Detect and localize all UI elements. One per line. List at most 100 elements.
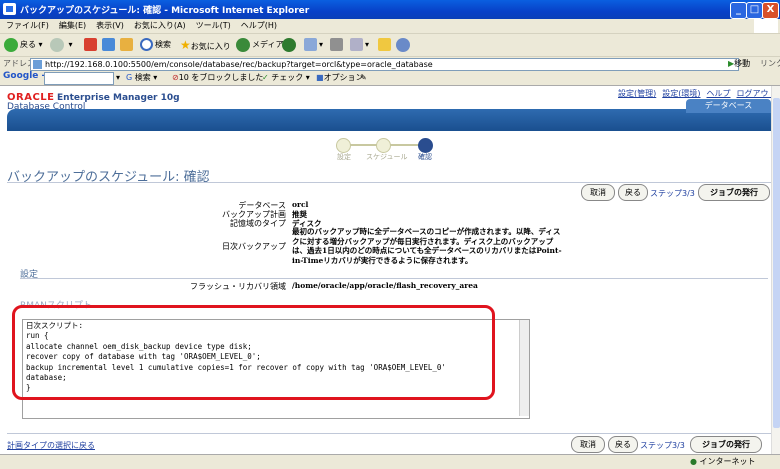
textarea-scrollbar[interactable] xyxy=(519,320,529,416)
train-label-settings: 設定 xyxy=(337,153,351,161)
menu-edit[interactable]: 編集(E) xyxy=(59,19,86,33)
daily-backup-description: 最初のバックアップ時に全データベースのコピーが作成されます。以降、ディス クに対… xyxy=(292,227,562,265)
flash-recovery-value: /home/oracle/app/oracle/flash_recovery_a… xyxy=(292,281,478,290)
script-line: database; xyxy=(26,373,67,383)
window-title-bar: バックアップのスケジュール: 確認 - Microsoft Internet E… xyxy=(0,0,780,19)
back-button-bottom[interactable]: 戻る xyxy=(608,436,638,453)
script-line: run { xyxy=(26,331,49,341)
media-icon xyxy=(236,37,250,52)
forward-arrow-icon xyxy=(50,37,64,52)
tab-database[interactable]: データベース xyxy=(686,99,771,113)
options-icon: ■ xyxy=(316,73,324,82)
address-bar: アドレス(D) http://192.168.0.100:5500/em/con… xyxy=(0,57,780,72)
cancel-button-top[interactable]: 取消 xyxy=(581,184,615,201)
history-icon xyxy=(282,37,296,52)
window-title: バックアップのスケジュール: 確認 - Microsoft Internet E… xyxy=(20,6,310,16)
daily-backup-label: 日次バックアップ xyxy=(222,242,286,251)
star-icon: ★ xyxy=(180,38,191,52)
print-button[interactable] xyxy=(330,37,345,53)
options-button[interactable]: ■オプション xyxy=(316,72,364,84)
popup-blocked-button[interactable]: ⊘10 をブロックしました xyxy=(172,72,263,84)
folder-button[interactable] xyxy=(378,37,393,53)
logout-link[interactable]: ログアウト xyxy=(737,89,772,98)
home-button[interactable] xyxy=(120,37,135,53)
go-button[interactable]: ▶移動 xyxy=(728,58,758,70)
script-line: } xyxy=(26,383,31,393)
setup-env-link[interactable]: 設定(環境) xyxy=(662,89,700,98)
windows-logo-icon xyxy=(754,19,778,33)
settings-divider xyxy=(20,278,768,279)
page-content: ORACLE Enterprise Manager 10g Database C… xyxy=(0,86,771,454)
menu-tools[interactable]: ツール(T) xyxy=(196,19,231,33)
search-button[interactable]: 検索 xyxy=(140,37,171,53)
script-line: recover copy of database with tag 'ORA$O… xyxy=(26,352,261,362)
train-step-confirm xyxy=(418,138,433,153)
setup-admin-link[interactable]: 設定(管理) xyxy=(618,89,656,98)
google-search-button[interactable]: G 検索 ▾ xyxy=(126,72,157,84)
status-bar: ● インターネット xyxy=(0,454,780,469)
pencil-icon[interactable]: ✎ xyxy=(360,72,367,84)
script-line: 日次スクリプト: xyxy=(26,321,84,330)
history-button[interactable] xyxy=(282,37,298,53)
script-line: allocate channel oem_disk_backup device … xyxy=(26,341,252,351)
browser-toolbar: 戻る ▾ ▾ 検索 ★お気に入り メディア ▾ ▾ xyxy=(0,34,780,57)
menu-view[interactable]: 表示(V) xyxy=(96,19,124,33)
help-link[interactable]: ヘルプ xyxy=(707,89,731,98)
messenger-button[interactable] xyxy=(396,37,412,53)
media-button[interactable]: メディア xyxy=(236,37,283,53)
scrollbar-thumb[interactable] xyxy=(773,98,780,428)
page-scrollbar[interactable] xyxy=(771,86,780,454)
folder-icon xyxy=(378,38,391,51)
google-search-dropdown[interactable]: ▾ xyxy=(116,72,120,84)
step-indicator-top: ステップ3/3 xyxy=(650,189,695,198)
google-search-input[interactable] xyxy=(44,72,114,85)
refresh-icon xyxy=(102,38,115,51)
back-button-top[interactable]: 戻る xyxy=(618,184,648,201)
messenger-icon xyxy=(396,37,410,52)
google-logo[interactable]: Google - xyxy=(3,71,45,81)
script-line: backup incremental level 1 cumulative co… xyxy=(26,362,446,372)
cancel-button-bottom[interactable]: 取消 xyxy=(571,436,605,453)
edit-button[interactable]: ▾ xyxy=(350,37,369,53)
menu-bar: ファイル(F) 編集(E) 表示(V) お気に入り(A) ツール(T) ヘルプ(H) xyxy=(0,19,780,34)
maximize-button[interactable]: □ xyxy=(746,2,763,19)
database-value: orcl xyxy=(292,200,309,209)
home-icon xyxy=(120,38,133,51)
refresh-button[interactable] xyxy=(102,37,117,53)
flash-recovery-label: フラッシュ・リカバリ領域 xyxy=(190,282,286,291)
menu-favorites[interactable]: お気に入り(A) xyxy=(134,19,186,33)
edit-icon xyxy=(350,38,363,51)
storage-type-label: 記憶域のタイプ xyxy=(230,219,286,228)
print-icon xyxy=(330,38,343,51)
stop-button[interactable] xyxy=(84,37,99,53)
menu-file[interactable]: ファイル(F) xyxy=(6,19,49,33)
train-label-schedule: スケジュール xyxy=(366,153,408,161)
train-label-confirm: 確認 xyxy=(418,153,432,161)
security-zone: ● インターネット xyxy=(690,457,756,466)
submit-job-button-top[interactable]: ジョブの発行 xyxy=(698,184,770,201)
address-input[interactable]: http://192.168.0.100:5500/em/console/dat… xyxy=(30,58,739,71)
favorites-button[interactable]: ★お気に入り xyxy=(180,37,231,53)
rman-script-header: RMANスクリプト xyxy=(20,301,92,311)
popup-block-icon: ⊘ xyxy=(172,73,179,82)
search-icon xyxy=(140,38,153,51)
submit-job-button-bottom[interactable]: ジョブの発行 xyxy=(690,436,762,453)
train-step-settings xyxy=(336,138,351,153)
ie-icon xyxy=(3,3,16,15)
forward-button[interactable]: ▾ xyxy=(50,37,73,53)
minimize-button[interactable]: _ xyxy=(730,2,747,19)
close-button[interactable]: X xyxy=(762,2,779,19)
title-divider xyxy=(7,182,771,183)
header-bar xyxy=(7,109,771,131)
back-to-plan-type-link[interactable]: 計画タイプの選択に戻る xyxy=(7,440,95,451)
mail-button[interactable]: ▾ xyxy=(304,37,323,53)
links-button[interactable]: リンク » xyxy=(760,58,780,69)
globe-icon: ● xyxy=(690,457,697,466)
menu-help[interactable]: ヘルプ(H) xyxy=(241,19,277,33)
stop-icon xyxy=(84,38,97,51)
spell-check-button[interactable]: ✓ チェック ▾ xyxy=(262,72,310,84)
check-icon: ✓ xyxy=(262,73,269,82)
back-button[interactable]: 戻る ▾ xyxy=(4,37,43,53)
rman-script-textarea[interactable]: 日次スクリプト: run { allocate channel oem_disk… xyxy=(22,319,530,419)
google-g-icon: G xyxy=(126,73,133,82)
